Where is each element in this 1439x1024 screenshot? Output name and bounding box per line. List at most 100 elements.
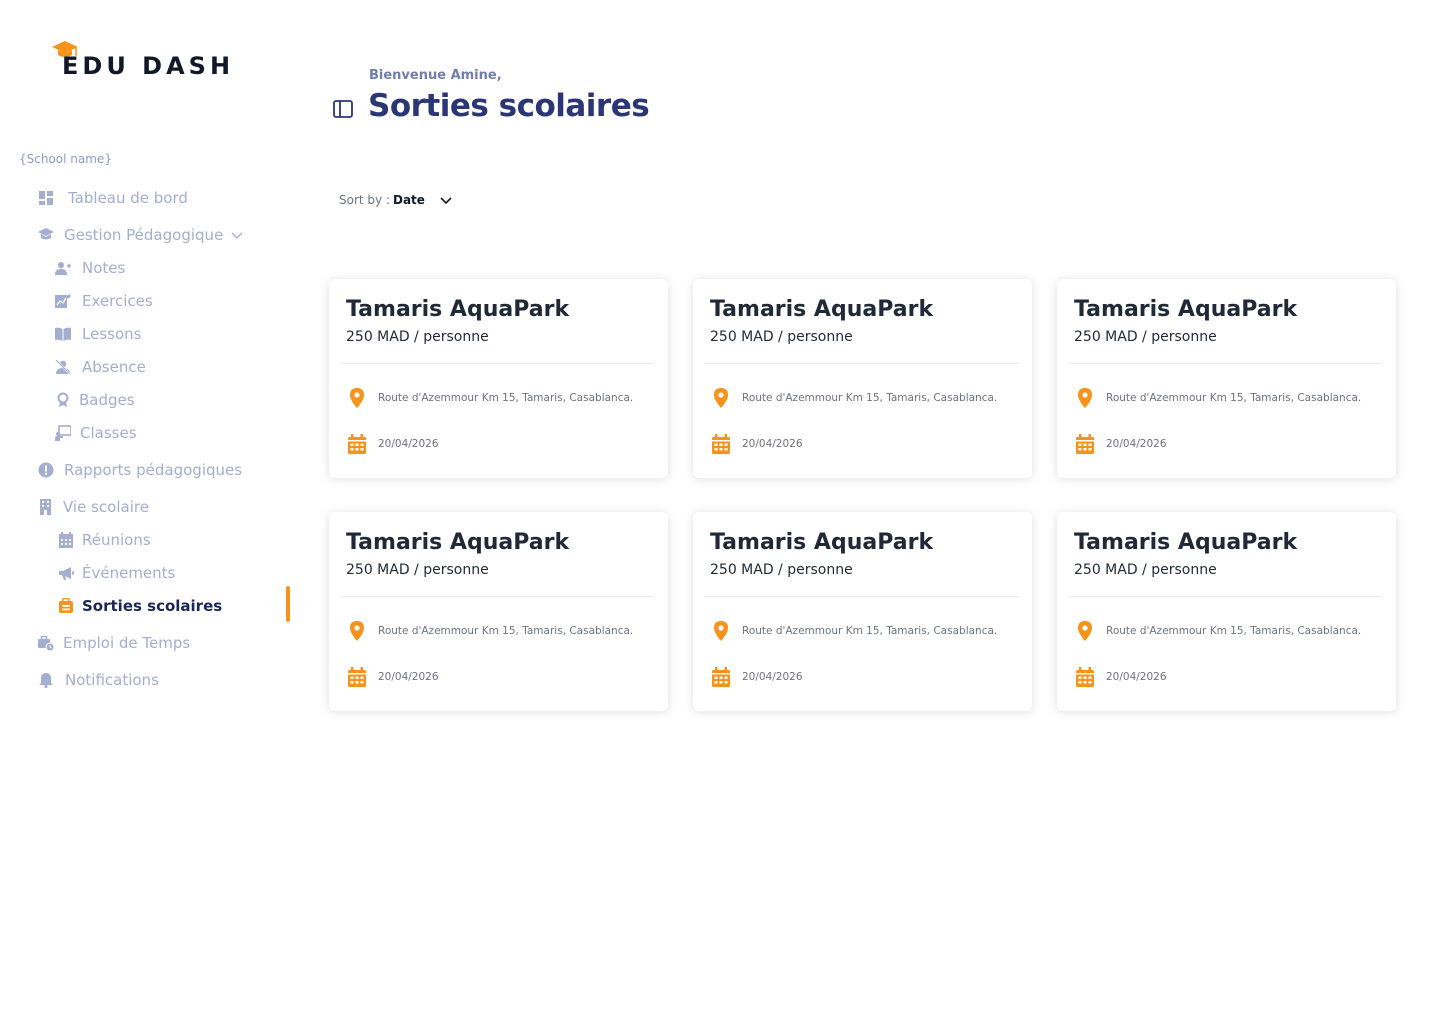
calendar-icon bbox=[1076, 667, 1094, 687]
trip-date: 20/04/2026 bbox=[348, 434, 439, 454]
sidebar-item-label: Emploi de Temps bbox=[63, 634, 191, 652]
book-icon bbox=[55, 327, 71, 341]
sidebar-item-classes[interactable]: Classes bbox=[55, 421, 137, 445]
calendar-icon bbox=[712, 434, 730, 454]
sidebar-item-reunions[interactable]: Réunions bbox=[58, 528, 151, 552]
trip-price: 250 MAD / personne bbox=[1074, 562, 1217, 578]
sidebar: EDU DASH {School name} Tableau de bord G… bbox=[0, 0, 300, 1024]
trip-date: 20/04/2026 bbox=[348, 667, 439, 687]
sidebar-item-label: Absence bbox=[82, 358, 146, 376]
classroom-icon bbox=[55, 425, 71, 441]
sort-value: Date bbox=[393, 193, 425, 207]
divider bbox=[1069, 596, 1382, 597]
calendar-icon bbox=[59, 532, 73, 548]
trip-date-text: 20/04/2026 bbox=[378, 438, 439, 450]
welcome-text: Bienvenue Amine, bbox=[369, 68, 502, 83]
trip-location: Route d'Azemmour Km 15, Tamaris, Casabla… bbox=[1076, 621, 1361, 641]
sidebar-item-notifications[interactable]: Notifications bbox=[38, 668, 159, 692]
bell-icon bbox=[39, 673, 53, 688]
trip-card[interactable]: Tamaris AquaPark 250 MAD / personne Rout… bbox=[1057, 512, 1396, 711]
trip-card[interactable]: Tamaris AquaPark 250 MAD / personne Rout… bbox=[693, 279, 1032, 478]
calendar-icon bbox=[348, 667, 366, 687]
trip-date-text: 20/04/2026 bbox=[742, 671, 803, 683]
sidebar-item-rapports-pedagogiques[interactable]: Rapports pédagogiques bbox=[38, 458, 242, 482]
trip-date: 20/04/2026 bbox=[1076, 667, 1167, 687]
calendar-icon bbox=[1076, 434, 1094, 454]
chevron-down-icon[interactable] bbox=[231, 229, 243, 241]
user-off-icon bbox=[55, 359, 71, 375]
sidebar-item-sorties-scolaires[interactable]: Sorties scolaires bbox=[58, 594, 222, 618]
trip-price: 250 MAD / personne bbox=[710, 562, 853, 578]
user-add-icon bbox=[55, 262, 71, 275]
trip-title: Tamaris AquaPark bbox=[710, 530, 934, 555]
trip-price: 250 MAD / personne bbox=[346, 562, 489, 578]
sidebar-item-label: Notes bbox=[82, 259, 126, 277]
trip-date: 20/04/2026 bbox=[712, 667, 803, 687]
trip-location-text: Route d'Azemmour Km 15, Tamaris, Casabla… bbox=[1106, 625, 1362, 637]
sidebar-item-notes[interactable]: Notes bbox=[55, 256, 125, 280]
sidebar-item-gestion-pedagogique[interactable]: Gestion Pédagogique bbox=[38, 223, 243, 247]
trip-title: Tamaris AquaPark bbox=[1074, 297, 1298, 322]
sidebar-item-label: Vie scolaire bbox=[63, 498, 149, 516]
sidebar-item-lessons[interactable]: Lessons bbox=[55, 322, 141, 346]
trip-date-text: 20/04/2026 bbox=[1106, 438, 1167, 450]
sidebar-item-label: Exercices bbox=[82, 292, 153, 310]
sort-label: Sort by : bbox=[339, 193, 390, 207]
sidebar-toggle-icon[interactable] bbox=[333, 100, 353, 118]
trip-location: Route d'Azemmour Km 15, Tamaris, Casabla… bbox=[712, 388, 997, 408]
school-name: {School name} bbox=[19, 152, 112, 166]
trip-card[interactable]: Tamaris AquaPark 250 MAD / personne Rout… bbox=[693, 512, 1032, 711]
trip-location: Route d'Azemmour Km 15, Tamaris, Casabla… bbox=[1076, 388, 1361, 408]
trip-price: 250 MAD / personne bbox=[346, 329, 489, 345]
briefcase-clock-icon bbox=[38, 635, 54, 651]
trip-location: Route d'Azemmour Km 15, Tamaris, Casabla… bbox=[348, 388, 633, 408]
edit-chart-icon bbox=[55, 294, 71, 308]
sidebar-item-emploi-de-temps[interactable]: Emploi de Temps bbox=[38, 631, 190, 655]
sort-dropdown[interactable]: Sort by : Date bbox=[339, 193, 453, 207]
megaphone-icon bbox=[59, 567, 74, 580]
sidebar-item-label: Rapports pédagogiques bbox=[64, 461, 243, 479]
trip-location: Route d'Azemmour Km 15, Tamaris, Casabla… bbox=[712, 621, 997, 641]
divider bbox=[1069, 363, 1382, 364]
sidebar-item-evenements[interactable]: Événements bbox=[58, 561, 175, 585]
divider bbox=[705, 596, 1018, 597]
sidebar-item-label: Badges bbox=[79, 391, 135, 409]
sidebar-item-absence[interactable]: Absence bbox=[55, 355, 146, 379]
location-pin-icon bbox=[1078, 621, 1092, 641]
logo[interactable]: EDU DASH bbox=[50, 40, 240, 80]
location-pin-icon bbox=[350, 621, 364, 641]
sidebar-item-badges[interactable]: Badges bbox=[55, 388, 135, 412]
sidebar-item-label: Notifications bbox=[65, 671, 159, 689]
trip-card[interactable]: Tamaris AquaPark 250 MAD / personne Rout… bbox=[329, 279, 668, 478]
sidebar-item-exercices[interactable]: Exercices bbox=[55, 289, 153, 313]
trip-card[interactable]: Tamaris AquaPark 250 MAD / personne Rout… bbox=[1057, 279, 1396, 478]
trip-location-text: Route d'Azemmour Km 15, Tamaris, Casabla… bbox=[378, 625, 634, 637]
trip-location: Route d'Azemmour Km 15, Tamaris, Casabla… bbox=[348, 621, 633, 641]
graduation-icon bbox=[38, 228, 54, 240]
chevron-down-icon bbox=[440, 197, 452, 205]
trip-location-text: Route d'Azemmour Km 15, Tamaris, Casabla… bbox=[742, 625, 998, 637]
building-icon bbox=[40, 499, 51, 515]
trip-date: 20/04/2026 bbox=[712, 434, 803, 454]
sidebar-item-tableau-de-bord[interactable]: Tableau de bord bbox=[38, 186, 188, 210]
trip-icon bbox=[59, 598, 73, 613]
sidebar-item-label: Sorties scolaires bbox=[82, 597, 223, 615]
sidebar-item-label: Événements bbox=[82, 564, 176, 582]
sidebar-item-label: Classes bbox=[80, 424, 137, 442]
trip-title: Tamaris AquaPark bbox=[1074, 530, 1298, 555]
location-pin-icon bbox=[714, 621, 728, 641]
calendar-icon bbox=[712, 667, 730, 687]
dashboard-icon bbox=[39, 191, 53, 205]
trip-card[interactable]: Tamaris AquaPark 250 MAD / personne Rout… bbox=[329, 512, 668, 711]
sidebar-item-vie-scolaire[interactable]: Vie scolaire bbox=[38, 495, 149, 519]
active-indicator bbox=[286, 586, 290, 622]
divider bbox=[341, 596, 654, 597]
divider bbox=[341, 363, 654, 364]
trip-price: 250 MAD / personne bbox=[1074, 329, 1217, 345]
location-pin-icon bbox=[350, 388, 364, 408]
sidebar-item-label: Gestion Pédagogique bbox=[64, 226, 224, 244]
calendar-icon bbox=[348, 434, 366, 454]
sidebar-item-label: Lessons bbox=[82, 325, 142, 343]
location-pin-icon bbox=[1078, 388, 1092, 408]
trip-date: 20/04/2026 bbox=[1076, 434, 1167, 454]
